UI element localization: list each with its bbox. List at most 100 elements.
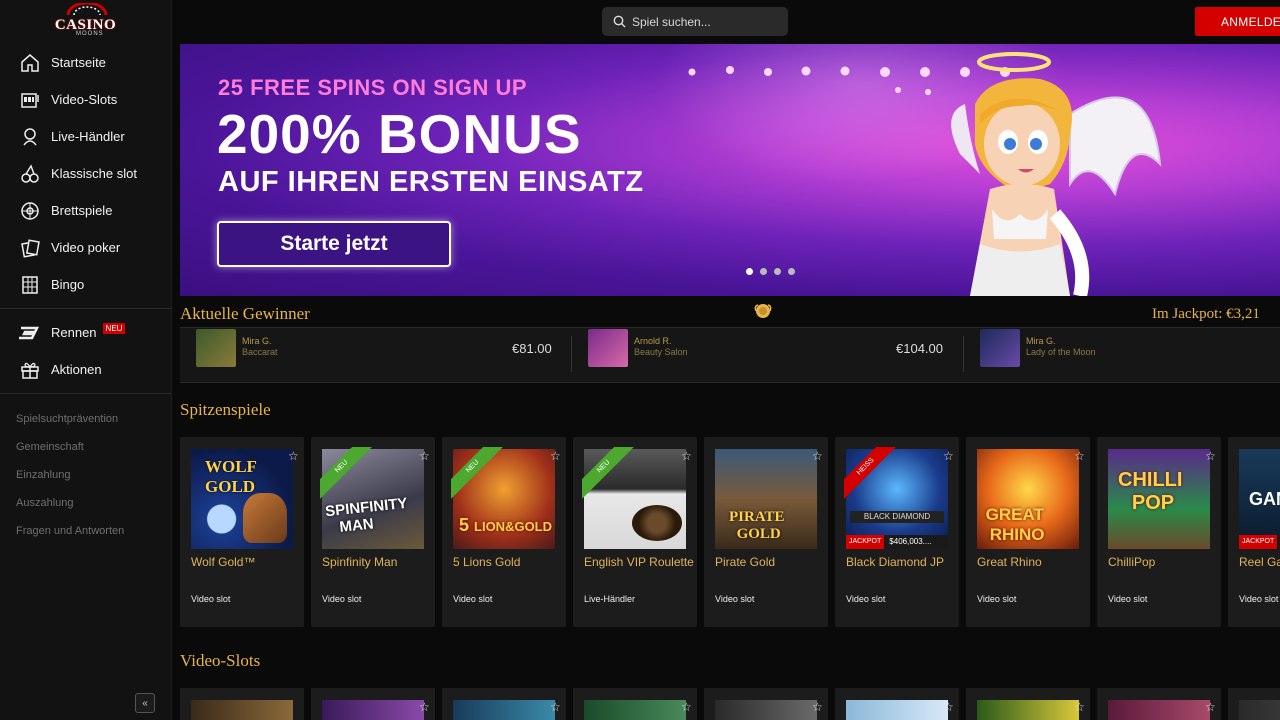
favorite-star-icon[interactable]: ☆	[419, 700, 430, 714]
sidebar-item-rennen[interactable]: Rennen NEU	[0, 314, 171, 351]
game-thumbnail	[191, 700, 293, 720]
logo[interactable]: CASINO MOONS	[0, 0, 171, 42]
game-card[interactable]: ☆	[966, 688, 1090, 720]
game-card[interactable]: PIRATE GOLD ☆ Pirate Gold Video slot	[704, 437, 828, 627]
favorite-star-icon[interactable]: ☆	[1205, 449, 1219, 463]
game-title: ChilliPop	[1108, 555, 1156, 569]
favorite-star-icon[interactable]: ☆	[1074, 449, 1088, 463]
game-thumbnail	[322, 700, 424, 720]
cherry-icon	[19, 163, 41, 185]
game-card[interactable]: ☆	[1097, 688, 1221, 720]
sidebar-item-label: Video poker	[51, 240, 121, 255]
game-category: Video slot	[846, 594, 886, 604]
game-category: Video slot	[191, 594, 231, 604]
login-button[interactable]: ANMELDEN	[1195, 7, 1280, 36]
cards-icon	[19, 237, 41, 259]
winner-entry[interactable]: Mira G. Baccarat €81.00	[196, 328, 552, 368]
hot-ribbon: HEISS	[844, 447, 908, 511]
game-thumbnail	[1108, 700, 1210, 720]
winner-entry[interactable]: Arnold R. Beauty Salon €104.00	[588, 328, 943, 368]
game-card[interactable]: ☆	[311, 688, 435, 720]
game-thumbnail	[1239, 700, 1280, 720]
roulette-icon	[19, 200, 41, 222]
banner-subtitle: 25 FREE SPINS ON SIGN UP	[218, 75, 528, 100]
promo-banner[interactable]: 25 FREE SPINS ON SIGN UP 200% BONUS AUF …	[180, 44, 1280, 296]
favorite-star-icon[interactable]: ☆	[419, 449, 433, 463]
game-card[interactable]	[1228, 688, 1280, 720]
link-spielsuchtpraevention[interactable]: Spielsuchtprävention	[16, 405, 171, 433]
winner-divider	[963, 336, 964, 372]
game-card[interactable]: NEU ☆ English VIP Roulette Live-Händler	[573, 437, 697, 627]
jackpot-bar: JACKPOT	[1239, 535, 1280, 549]
game-thumbnail-pirate-gold: PIRATE GOLD	[715, 449, 817, 549]
bingo-icon	[19, 274, 41, 296]
sidebar-item-klassische-slot[interactable]: Klassische slot	[0, 155, 171, 192]
game-category: Video slot	[1108, 594, 1148, 604]
game-card[interactable]: GAN JACKPOT Reel Ga Video slot	[1228, 437, 1280, 627]
game-card[interactable]: SPINFINITY MAN NEU ☆ Spinfinity Man Vide…	[311, 437, 435, 627]
banner-cta-button[interactable]: Starte jetzt	[217, 221, 451, 267]
search-input[interactable]	[632, 14, 782, 29]
new-ribbon: NEU	[582, 447, 646, 511]
game-category: Video slot	[1239, 594, 1279, 604]
game-card[interactable]: CHILLI POP ☆ ChilliPop Video slot	[1097, 437, 1221, 627]
favorite-star-icon[interactable]: ☆	[1205, 700, 1216, 714]
carousel-dot[interactable]	[788, 268, 795, 275]
new-ribbon: NEU	[320, 447, 384, 511]
sidebar-item-aktionen[interactable]: Aktionen	[0, 351, 171, 388]
sidebar-item-live-haendler[interactable]: Live-Händler	[0, 118, 171, 155]
game-card[interactable]: ☆	[442, 688, 566, 720]
favorite-star-icon[interactable]: ☆	[550, 449, 564, 463]
link-auszahlung[interactable]: Auszahlung	[16, 489, 171, 517]
sidebar-item-label: Aktionen	[51, 362, 102, 377]
sidebar-item-brettspiele[interactable]: Brettspiele	[0, 192, 171, 229]
link-einzahlung[interactable]: Einzahlung	[16, 461, 171, 489]
favorite-star-icon[interactable]: ☆	[681, 700, 692, 714]
topbar: ANMELDEN	[172, 0, 1280, 43]
favorite-star-icon[interactable]: ☆	[812, 449, 826, 463]
sidebar-item-label: Startseite	[51, 55, 106, 70]
link-gemeinschaft[interactable]: Gemeinschaft	[16, 433, 171, 461]
game-card[interactable]	[180, 688, 304, 720]
game-card[interactable]: ☆	[704, 688, 828, 720]
game-card[interactable]: 5 LION&GOLD NEU ☆ 5 Lions Gold Video slo…	[442, 437, 566, 627]
favorite-star-icon[interactable]: ☆	[550, 700, 561, 714]
game-card[interactable]: ☆	[835, 688, 959, 720]
sidebar-nav: Startseite Video-Slots Live-Händler Klas…	[0, 44, 171, 303]
favorite-star-icon[interactable]: ☆	[943, 700, 954, 714]
search-box[interactable]	[602, 7, 788, 36]
sidebar-item-startseite[interactable]: Startseite	[0, 44, 171, 81]
game-category: Video slot	[977, 594, 1017, 604]
favorite-star-icon[interactable]: ☆	[681, 449, 695, 463]
sidebar-item-bingo[interactable]: Bingo	[0, 266, 171, 303]
sidebar-links: Spielsuchtprävention Gemeinschaft Einzah…	[0, 399, 171, 545]
sidebar-divider	[0, 393, 171, 394]
carousel-dot[interactable]	[746, 268, 753, 275]
favorite-star-icon[interactable]: ☆	[1074, 700, 1085, 714]
game-card[interactable]: WOLF GOLD ☆ Wolf Gold™ Video slot	[180, 437, 304, 627]
search-icon	[613, 15, 626, 28]
jackpot-tag: JACKPOT	[1239, 535, 1278, 549]
game-title: Wolf Gold™	[191, 555, 256, 569]
favorite-star-icon[interactable]: ☆	[812, 700, 823, 714]
favorite-star-icon[interactable]: ☆	[288, 449, 302, 463]
game-title: Reel Ga	[1239, 555, 1280, 569]
game-thumbnail-wolf-gold: WOLF GOLD	[191, 449, 293, 549]
favorite-star-icon[interactable]: ☆	[943, 449, 957, 463]
game-title: Great Rhino	[977, 555, 1042, 569]
winner-entry[interactable]: Mira G. Lady of the Moon	[980, 328, 1096, 368]
carousel-dot[interactable]	[760, 268, 767, 275]
sidebar-item-video-poker[interactable]: Video poker	[0, 229, 171, 266]
link-faq[interactable]: Fragen und Antworten	[16, 517, 171, 545]
sidebar-nav-extra: Rennen NEU Aktionen	[0, 314, 171, 388]
game-card[interactable]: ☆	[573, 688, 697, 720]
game-title: English VIP Roulette	[584, 555, 694, 569]
sidebar-item-label: Rennen	[51, 325, 97, 340]
gift-icon	[19, 359, 41, 381]
game-card[interactable]: GREAT RHINO ☆ Great Rhino Video slot	[966, 437, 1090, 627]
section-title-top-games: Spitzenspiele	[180, 400, 271, 419]
carousel-dot[interactable]	[774, 268, 781, 275]
sidebar-collapse-button[interactable]: «	[135, 693, 155, 713]
game-card[interactable]: BLACK DIAMOND JACKPOT $406,003.... HEISS…	[835, 437, 959, 627]
sidebar-item-video-slots[interactable]: Video-Slots	[0, 81, 171, 118]
